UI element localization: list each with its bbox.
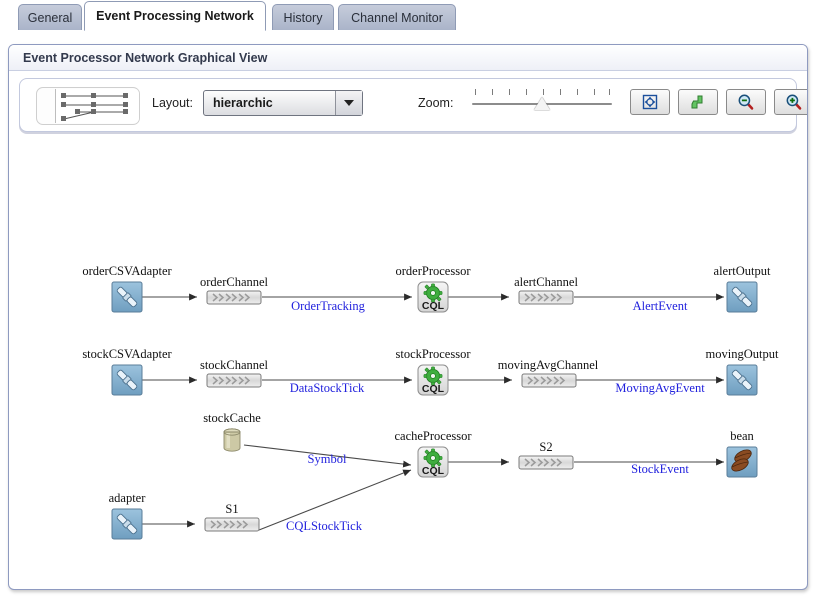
node-label-orderCSVAdapter: orderCSVAdapter: [82, 264, 172, 278]
fit-content-icon: [642, 94, 658, 110]
tab-history[interactable]: History: [272, 4, 334, 30]
zoom-label: Zoom:: [418, 96, 454, 110]
tab-label: General: [27, 10, 73, 25]
node-icon-movingAvgChannel[interactable]: [521, 373, 577, 388]
fit-window-icon: [691, 95, 703, 109]
fit-to-content-button[interactable]: [630, 89, 670, 115]
node-icon-bean[interactable]: [726, 446, 758, 478]
node-icon-alertOutput[interactable]: [726, 281, 758, 313]
node-icon-adapter[interactable]: [111, 508, 143, 540]
node-label-alertOutput: alertOutput: [714, 264, 771, 278]
node-label-bean: bean: [730, 429, 754, 443]
tab-event-processing-network[interactable]: Event Processing Network: [84, 1, 266, 31]
node-label-cacheProcessor: cacheProcessor: [394, 429, 472, 443]
app-root: General Event Processing Network History…: [0, 0, 818, 598]
graph-toolbar: Layout: hierarchic Zoom:: [19, 78, 807, 132]
zoom-slider-ticks: [475, 89, 610, 96]
chevron-down-icon[interactable]: [335, 91, 362, 115]
layout-preview-button[interactable]: [36, 87, 140, 125]
node-label-stockChannel: stockChannel: [200, 358, 269, 372]
tab-label: Channel Monitor: [351, 10, 443, 25]
node-icon-S2[interactable]: [518, 455, 574, 470]
edge-label-data-stock-tick: DataStockTick: [290, 381, 365, 395]
node-icon-stockChannel[interactable]: [206, 373, 262, 388]
edge-label-moving-avg-event: MovingAvgEvent: [615, 381, 705, 395]
zoom-out-icon: [738, 94, 754, 110]
edge-label-alert-event: AlertEvent: [633, 299, 688, 313]
node-label-alertChannel: alertChannel: [514, 275, 578, 289]
zoom-out-button[interactable]: [726, 89, 766, 115]
edge-label-cql-stock-tick: CQLStockTick: [286, 519, 363, 533]
node-icon-movingOutput[interactable]: [726, 364, 758, 396]
node-label-S1: S1: [225, 502, 238, 516]
tab-channel-monitor[interactable]: Channel Monitor: [338, 4, 456, 30]
node-icon-S1[interactable]: [204, 517, 260, 532]
panel-title: Event Processor Network Graphical View: [9, 45, 807, 71]
node-label-stockCSVAdapter: stockCSVAdapter: [82, 347, 172, 361]
node-label-orderChannel: orderChannel: [200, 275, 269, 289]
node-label-S2: S2: [539, 440, 552, 454]
epn-graph: CQL orderCSVAdapter orderChannel orderPr…: [82, 264, 779, 540]
node-icon-stockCSVAdapter[interactable]: [111, 364, 143, 396]
graph-canvas[interactable]: CQL orderCSVAdapter orderChannel orderPr…: [19, 140, 797, 580]
zoom-in-icon: [786, 94, 802, 110]
edge-label-stock-event: StockEvent: [631, 462, 689, 476]
epn-panel: Event Processor Network Graphical View L…: [8, 44, 808, 590]
layout-select[interactable]: hierarchic: [203, 90, 363, 116]
node-icon-stockProcessor[interactable]: [417, 364, 449, 396]
node-icon-orderCSVAdapter[interactable]: [111, 281, 143, 313]
tab-label: Event Processing Network: [96, 9, 254, 23]
node-icon-orderProcessor[interactable]: [417, 281, 449, 313]
layout-preview-icon: [61, 93, 128, 121]
node-label-stockCache: stockCache: [203, 411, 261, 425]
tab-label: History: [283, 10, 323, 25]
node-label-orderProcessor: orderProcessor: [396, 264, 472, 278]
tab-general[interactable]: General: [18, 4, 82, 30]
panel-title-text: Event Processor Network Graphical View: [23, 50, 268, 65]
node-label-movingOutput: movingOutput: [706, 347, 779, 361]
zoom-in-button[interactable]: [774, 89, 807, 115]
layout-label: Layout:: [152, 96, 194, 110]
layout-preview-graphic: [55, 89, 139, 123]
node-icon-cacheProcessor[interactable]: [417, 446, 449, 478]
zoom-slider-thumb[interactable]: [534, 97, 550, 110]
edge-label-symbol: Symbol: [308, 452, 347, 466]
fit-to-window-button[interactable]: [678, 89, 718, 115]
graph-edge-labels: OrderTracking AlertEvent DataStockTick M…: [286, 299, 705, 533]
zoom-slider[interactable]: [470, 89, 612, 119]
node-icon-orderChannel[interactable]: [206, 290, 262, 305]
node-icon-alertChannel[interactable]: [518, 290, 574, 305]
node-label-stockProcessor: stockProcessor: [396, 347, 472, 361]
node-label-adapter: adapter: [109, 491, 147, 505]
layout-select-value: hierarchic: [213, 96, 273, 110]
node-icon-stockCache[interactable]: [223, 428, 241, 452]
tab-strip: General Event Processing Network History…: [0, 0, 818, 32]
node-label-movingAvgChannel: movingAvgChannel: [498, 358, 599, 372]
edge-label-order-tracking: OrderTracking: [291, 299, 366, 313]
